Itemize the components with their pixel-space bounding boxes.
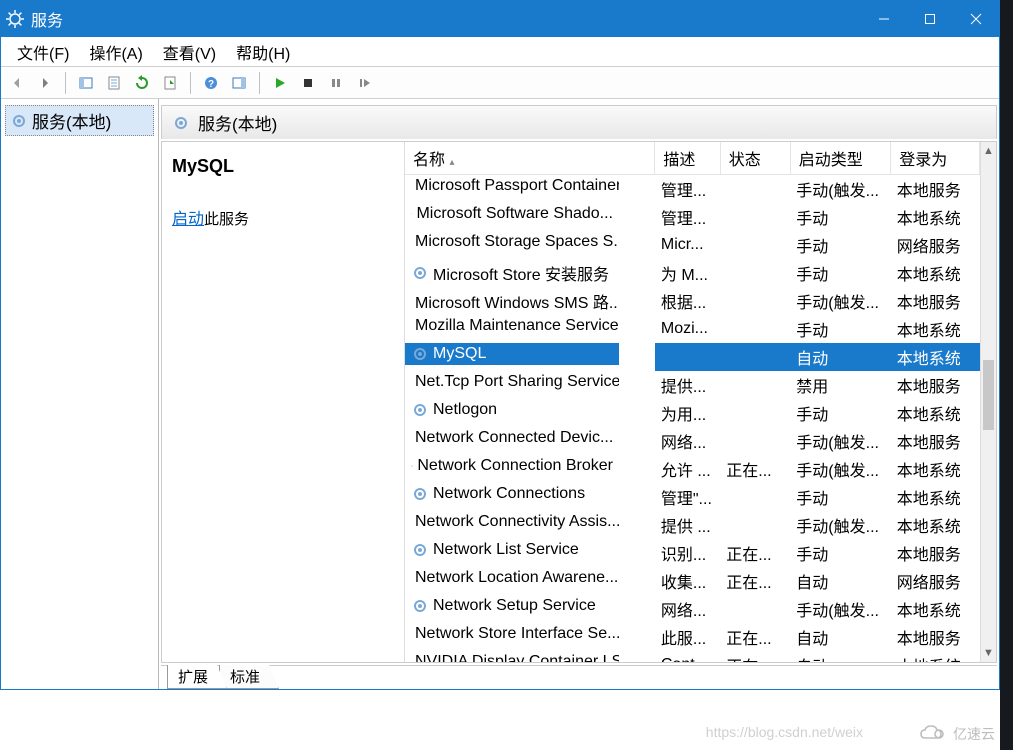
back-button[interactable] xyxy=(5,71,29,95)
service-row[interactable]: Network Connectivity Assis...提供 ...手动(触发… xyxy=(405,511,980,539)
toolbar: ? xyxy=(1,67,999,99)
col-header-startup[interactable]: 启动类型 xyxy=(790,142,890,175)
service-row[interactable]: NVIDIA Display Container LSCont...正在...自… xyxy=(405,651,980,662)
properties-button[interactable] xyxy=(102,71,126,95)
detail-pane: MySQL 启动此服务 xyxy=(162,142,405,662)
stop-service-button[interactable] xyxy=(296,71,320,95)
service-row[interactable]: Microsoft Store 安装服务为 M...手动本地系统 xyxy=(405,259,980,287)
start-service-button[interactable] xyxy=(268,71,292,95)
window-title: 服务 xyxy=(31,7,861,31)
service-row[interactable]: Microsoft Windows SMS 路...根据...手动(触发...本… xyxy=(405,287,980,315)
tree-item-services-local[interactable]: 服务(本地) xyxy=(5,105,154,136)
show-hide-tree-button[interactable] xyxy=(74,71,98,95)
service-row[interactable]: Network Connection Broker允许 ...正在...手动(触… xyxy=(405,455,980,483)
app-icon xyxy=(5,9,25,29)
menu-help[interactable]: 帮助(H) xyxy=(226,38,300,66)
service-row[interactable]: Network Connections管理"...手动本地系统 xyxy=(405,483,980,511)
tree-item-label: 服务(本地) xyxy=(32,108,111,133)
service-row[interactable]: Network Location Awarene...收集...正在...自动网… xyxy=(405,567,980,595)
restart-service-button[interactable] xyxy=(352,71,376,95)
left-tree-pane: 服务(本地) xyxy=(1,99,159,689)
menu-action[interactable]: 操作(A) xyxy=(79,38,152,66)
titlebar[interactable]: 服务 xyxy=(1,1,999,37)
service-row[interactable]: Microsoft Software Shado...管理...手动本地系统 xyxy=(405,203,980,231)
service-row[interactable]: Netlogon为用...手动本地系统 xyxy=(405,399,980,427)
col-header-name[interactable]: 名称 ▴ xyxy=(405,142,655,175)
tab-extended[interactable]: 扩展 xyxy=(167,665,227,689)
forward-button[interactable] xyxy=(33,71,57,95)
maximize-button[interactable] xyxy=(907,1,953,37)
close-button[interactable] xyxy=(953,1,999,37)
show-hide-action-pane-button[interactable] xyxy=(227,71,251,95)
menu-view[interactable]: 查看(V) xyxy=(153,38,226,66)
tab-standard[interactable]: 标准 xyxy=(219,665,279,689)
service-row[interactable]: Network List Service识别...正在...手动本地服务 xyxy=(405,539,980,567)
selected-service-name: MySQL xyxy=(172,156,394,177)
watermark-url: https://blog.csdn.net/weix xyxy=(706,724,863,740)
service-row[interactable]: Network Connected Devic...网络...手动(触发...本… xyxy=(405,427,980,455)
menu-file[interactable]: 文件(F) xyxy=(7,38,79,66)
col-header-state[interactable]: 状态 xyxy=(720,142,790,175)
services-window: 服务 文件(F) 操作(A) 查看(V) 帮助(H) ? xyxy=(0,0,1000,690)
scroll-up-icon[interactable]: ▲ xyxy=(981,142,996,160)
scroll-down-icon[interactable]: ▼ xyxy=(981,644,996,662)
watermark-yisu: 亿速云 xyxy=(919,724,995,744)
service-row[interactable]: Mozilla Maintenance ServiceMozi...手动本地系统 xyxy=(405,315,980,343)
service-list[interactable]: 名称 ▴ 描述 状态 启动类型 登录为 Microsoft Passport C… xyxy=(405,142,980,662)
service-row[interactable]: Net.Tcp Port Sharing Service提供...禁用本地服务 xyxy=(405,371,980,399)
refresh-button[interactable] xyxy=(130,71,154,95)
service-row[interactable]: Network Setup Service网络...手动(触发...本地系统 xyxy=(405,595,980,623)
service-row[interactable]: Microsoft Storage Spaces S...Micr...手动网络… xyxy=(405,231,980,259)
pause-service-button[interactable] xyxy=(324,71,348,95)
minimize-button[interactable] xyxy=(861,1,907,37)
svg-text:?: ? xyxy=(208,79,214,90)
service-row[interactable]: Microsoft Passport Container管理...手动(触发..… xyxy=(405,175,980,204)
export-button[interactable] xyxy=(158,71,182,95)
col-header-desc[interactable]: 描述 xyxy=(655,142,720,175)
service-row[interactable]: Network Store Interface Se...此服...正在...自… xyxy=(405,623,980,651)
tab-row: 扩展 标准 xyxy=(161,665,997,689)
help-button[interactable]: ? xyxy=(199,71,223,95)
start-service-link[interactable]: 启动 xyxy=(172,211,204,228)
col-header-logon[interactable]: 登录为 xyxy=(891,142,980,175)
service-row[interactable]: MySQL自动本地系统 xyxy=(405,343,980,371)
pane-header: 服务(本地) xyxy=(161,105,997,139)
vertical-scrollbar[interactable]: ▲ ▼ xyxy=(980,142,996,662)
scroll-thumb[interactable] xyxy=(983,360,994,430)
menubar: 文件(F) 操作(A) 查看(V) 帮助(H) xyxy=(1,37,999,67)
